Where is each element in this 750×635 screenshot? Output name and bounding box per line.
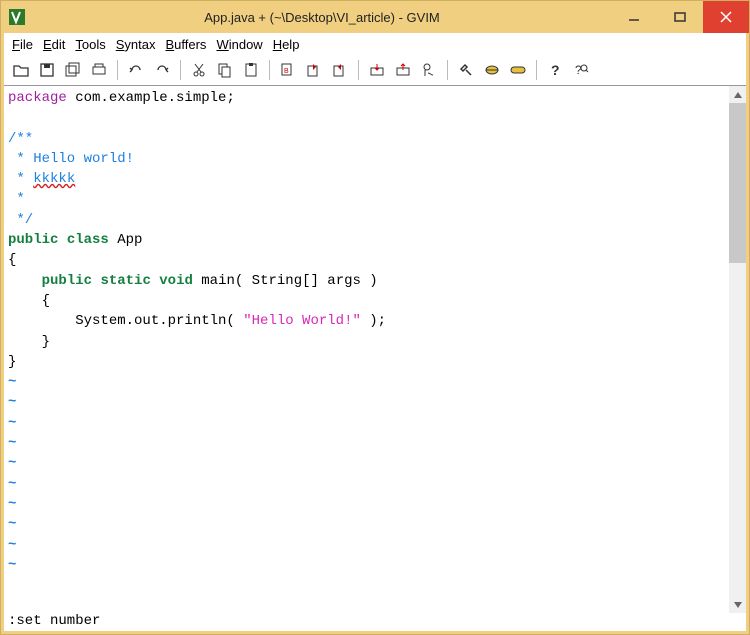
comment: * Hello world! [8, 151, 134, 167]
menu-syntax[interactable]: Syntax [116, 37, 156, 52]
separator [180, 60, 181, 80]
cut-icon[interactable] [188, 59, 210, 81]
keyword: class [67, 232, 109, 248]
minimize-button[interactable] [611, 1, 657, 33]
save-icon[interactable] [36, 59, 58, 81]
menu-edit[interactable]: Edit [43, 37, 65, 52]
open-icon[interactable] [10, 59, 32, 81]
tag-jump-icon[interactable] [507, 59, 529, 81]
empty-line-tilde: ~ [8, 557, 16, 573]
vertical-scrollbar[interactable] [729, 86, 746, 613]
help-icon[interactable]: ? [544, 59, 566, 81]
window-body: File Edit Tools Syntax Buffers Window He… [1, 33, 749, 634]
gvim-window: App.java + (~\Desktop\VI_article) - GVIM… [0, 0, 750, 635]
code-text: } [8, 334, 50, 350]
print-icon[interactable] [88, 59, 110, 81]
maximize-button[interactable] [657, 1, 703, 33]
keyword: void [159, 273, 193, 289]
find-prev-icon[interactable] [329, 59, 351, 81]
make-icon[interactable] [455, 59, 477, 81]
separator [269, 60, 270, 80]
empty-line-tilde: ~ [8, 435, 16, 451]
comment: */ [8, 212, 33, 228]
toolbar: B ? ? [4, 56, 746, 86]
saveall-icon[interactable] [62, 59, 84, 81]
empty-line-tilde: ~ [8, 516, 16, 532]
separator [358, 60, 359, 80]
code-text: App [109, 232, 143, 248]
scroll-down-button[interactable] [729, 596, 746, 613]
scroll-up-button[interactable] [729, 86, 746, 103]
find-replace-icon[interactable]: B [277, 59, 299, 81]
keyword: public [42, 273, 92, 289]
text-editor[interactable]: package com.example.simple; /** * Hello … [4, 86, 729, 613]
empty-line-tilde: ~ [8, 476, 16, 492]
svg-text:B: B [284, 68, 289, 75]
string: "Hello World!" [243, 313, 361, 329]
keyword: static [100, 273, 150, 289]
window-buttons [611, 1, 749, 33]
shell-icon[interactable] [481, 59, 503, 81]
command-line[interactable]: :set number [4, 613, 746, 631]
svg-text:?: ? [551, 62, 560, 78]
empty-line-tilde: ~ [8, 496, 16, 512]
brace: } [8, 354, 16, 370]
brace: { [8, 252, 16, 268]
titlebar[interactable]: App.java + (~\Desktop\VI_article) - GVIM [1, 1, 749, 33]
empty-line-tilde: ~ [8, 394, 16, 410]
code-text: com.example.simple; [67, 90, 235, 106]
close-button[interactable] [703, 1, 749, 33]
save-session-icon[interactable] [392, 59, 414, 81]
code-text: { [8, 293, 50, 309]
window-title: App.java + (~\Desktop\VI_article) - GVIM [33, 10, 611, 25]
separator [536, 60, 537, 80]
empty-line-tilde: ~ [8, 455, 16, 471]
comment: * [8, 171, 33, 187]
code-text: ); [361, 313, 386, 329]
code-text: System.out.println( [8, 313, 243, 329]
menu-buffers[interactable]: Buffers [165, 37, 206, 52]
scroll-track[interactable] [729, 263, 746, 596]
keyword: public [8, 232, 58, 248]
undo-icon[interactable] [125, 59, 147, 81]
find-help-icon[interactable]: ? [570, 59, 592, 81]
empty-line-tilde: ~ [8, 415, 16, 431]
editor-area: package com.example.simple; /** * Hello … [4, 86, 746, 613]
empty-line-tilde: ~ [8, 537, 16, 553]
keyword: package [8, 90, 67, 106]
run-script-icon[interactable] [418, 59, 440, 81]
copy-icon[interactable] [214, 59, 236, 81]
app-icon [7, 7, 27, 27]
separator [447, 60, 448, 80]
svg-text:?: ? [575, 63, 582, 77]
find-next-icon[interactable] [303, 59, 325, 81]
menu-window[interactable]: Window [216, 37, 262, 52]
code-text: main( String[] args ) [193, 273, 378, 289]
separator [117, 60, 118, 80]
scroll-thumb[interactable] [729, 103, 746, 263]
redo-icon[interactable] [151, 59, 173, 81]
paste-icon[interactable] [240, 59, 262, 81]
empty-line-tilde: ~ [8, 374, 16, 390]
menu-help[interactable]: Help [273, 37, 300, 52]
comment: * [8, 191, 25, 207]
comment: /** [8, 131, 33, 147]
spell-error: kkkkk [33, 171, 75, 187]
load-session-icon[interactable] [366, 59, 388, 81]
menu-tools[interactable]: Tools [75, 37, 105, 52]
menu-file[interactable]: File [12, 37, 33, 52]
menubar: File Edit Tools Syntax Buffers Window He… [4, 33, 746, 56]
